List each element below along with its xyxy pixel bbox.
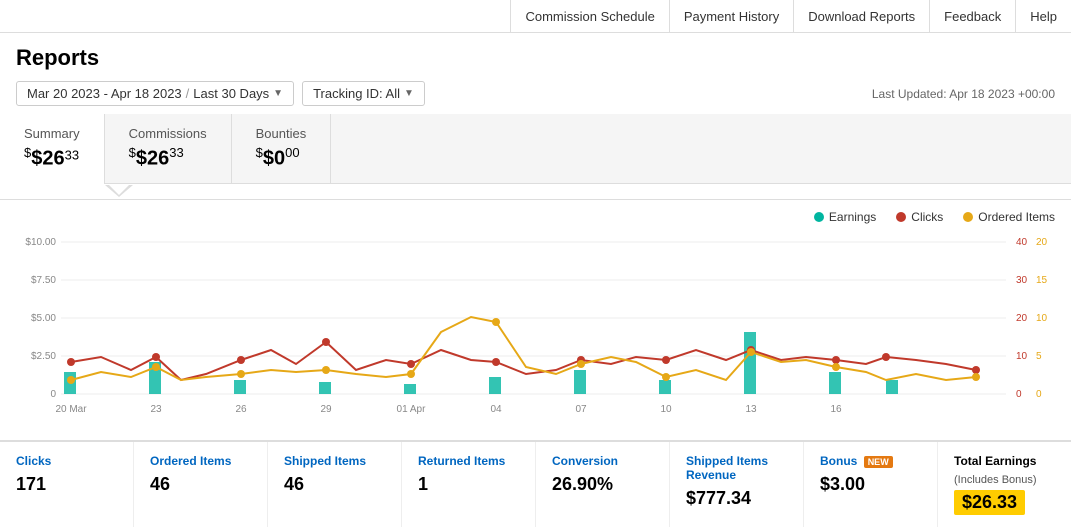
svg-text:29: 29 (320, 404, 332, 415)
svg-text:10: 10 (1016, 351, 1028, 362)
tab-summary[interactable]: Summary $$2633 (0, 114, 105, 184)
svg-text:15: 15 (1036, 275, 1048, 286)
svg-text:$10.00: $10.00 (25, 237, 56, 248)
stat-shipped-revenue-value: $777.34 (686, 488, 787, 509)
filter-separator: / (186, 86, 190, 101)
nav-payment-history[interactable]: Payment History (669, 0, 793, 32)
legend-earnings: Earnings (814, 210, 876, 224)
date-range-label: Mar 20 2023 - Apr 18 2023 (27, 86, 182, 101)
tab-commissions-label: Commissions (129, 126, 207, 141)
stat-ordered-items-value: 46 (150, 474, 251, 495)
svg-text:$5.00: $5.00 (31, 313, 56, 324)
tab-commissions[interactable]: Commissions $$2633 (105, 114, 232, 183)
svg-text:30: 30 (1016, 275, 1028, 286)
earnings-label: Earnings (829, 210, 876, 224)
svg-text:$2.50: $2.50 (31, 351, 56, 362)
tab-summary-label: Summary (24, 126, 80, 141)
stat-total-earnings-value: $26.33 (954, 490, 1025, 515)
svg-text:20: 20 (1036, 237, 1048, 248)
summary-tabs: Summary $$2633 Commissions $$2633 Bounti… (0, 114, 1071, 184)
new-badge: NEW (864, 456, 893, 468)
stat-shipped-revenue: Shipped Items Revenue $777.34 (670, 442, 804, 527)
svg-text:01 Apr: 01 Apr (397, 404, 427, 415)
chart-container: Earnings Clicks Ordered Items $10.00 $7.… (0, 200, 1071, 440)
nav-feedback[interactable]: Feedback (929, 0, 1015, 32)
stat-conversion-value: 26.90% (552, 474, 653, 495)
svg-text:13: 13 (745, 404, 757, 415)
stat-total-earnings: Total Earnings (Includes Bonus) $26.33 (938, 442, 1071, 527)
ordered-items-dot (963, 212, 973, 222)
tracking-label: Tracking ID: All (313, 86, 400, 101)
stat-returned-items: Returned Items 1 (402, 442, 536, 527)
stat-clicks-label: Clicks (16, 454, 117, 468)
tab-summary-value: $$2633 (24, 145, 80, 171)
earnings-dot (814, 212, 824, 222)
svg-text:23: 23 (150, 404, 162, 415)
stat-ordered-items: Ordered Items 46 (134, 442, 268, 527)
svg-text:5: 5 (1036, 351, 1042, 362)
tab-commissions-value: $$2633 (129, 145, 207, 171)
legend-ordered-items: Ordered Items (963, 210, 1055, 224)
clicks-label: Clicks (911, 210, 943, 224)
tab-bounties-value: $$000 (256, 145, 307, 171)
stat-clicks: Clicks 171 (0, 442, 134, 527)
clicks-dot (896, 212, 906, 222)
stat-shipped-items-value: 46 (284, 474, 385, 495)
svg-text:07: 07 (575, 404, 587, 415)
stat-shipped-revenue-label: Shipped Items Revenue (686, 454, 787, 482)
ordered-items-label: Ordered Items (978, 210, 1055, 224)
chart-legend: Earnings Clicks Ordered Items (16, 210, 1055, 224)
period-label: Last 30 Days (193, 86, 269, 101)
stat-returned-items-label: Returned Items (418, 454, 519, 468)
top-navigation: Commission Schedule Payment History Down… (0, 0, 1071, 33)
stat-bonus: Bonus NEW $3.00 (804, 442, 938, 527)
tracking-id-filter[interactable]: Tracking ID: All ▼ (302, 81, 425, 106)
svg-text:10: 10 (660, 404, 672, 415)
stat-bonus-label: Bonus NEW (820, 454, 921, 468)
svg-text:04: 04 (490, 404, 502, 415)
svg-text:40: 40 (1016, 237, 1028, 248)
svg-text:10: 10 (1036, 313, 1048, 324)
nav-download-reports[interactable]: Download Reports (793, 0, 929, 32)
line-chart: $10.00 $7.50 $5.00 $2.50 0 40 30 20 10 0… (16, 232, 1055, 427)
stat-conversion-label: Conversion (552, 454, 653, 468)
date-range-filter[interactable]: Mar 20 2023 - Apr 18 2023 / Last 30 Days… (16, 81, 294, 106)
tab-bounties-label: Bounties (256, 126, 307, 141)
stat-conversion: Conversion 26.90% (536, 442, 670, 527)
svg-text:$7.50: $7.50 (31, 275, 56, 286)
svg-text:0: 0 (50, 389, 56, 400)
nav-commission-schedule[interactable]: Commission Schedule (510, 0, 668, 32)
chart-area: $10.00 $7.50 $5.00 $2.50 0 40 30 20 10 0… (16, 232, 1055, 430)
chevron-down-icon: ▼ (404, 88, 414, 99)
legend-clicks: Clicks (896, 210, 943, 224)
stat-ordered-items-label: Ordered Items (150, 454, 251, 468)
nav-help[interactable]: Help (1015, 0, 1071, 32)
svg-text:26: 26 (235, 404, 247, 415)
chevron-down-icon: ▼ (273, 88, 283, 99)
stat-total-earnings-sub: (Includes Bonus) (954, 474, 1055, 486)
stat-bonus-value: $3.00 (820, 474, 921, 495)
last-updated-label: Last Updated: Apr 18 2023 +00:00 (872, 87, 1055, 101)
svg-text:20: 20 (1016, 313, 1028, 324)
svg-text:20 Mar: 20 Mar (55, 404, 87, 415)
stat-returned-items-value: 1 (418, 474, 519, 495)
filter-bar: Mar 20 2023 - Apr 18 2023 / Last 30 Days… (0, 77, 1071, 114)
stat-shipped-items: Shipped Items 46 (268, 442, 402, 527)
stats-table: Clicks 171 Ordered Items 46 Shipped Item… (0, 440, 1071, 527)
stat-clicks-value: 171 (16, 474, 117, 495)
svg-text:0: 0 (1016, 389, 1022, 400)
page-title: Reports (0, 33, 1071, 77)
stat-total-earnings-label: Total Earnings (954, 454, 1055, 468)
stat-shipped-items-label: Shipped Items (284, 454, 385, 468)
tab-bounties[interactable]: Bounties $$000 (232, 114, 332, 183)
svg-text:16: 16 (830, 404, 842, 415)
svg-text:0: 0 (1036, 389, 1042, 400)
filter-left: Mar 20 2023 - Apr 18 2023 / Last 30 Days… (16, 81, 425, 106)
